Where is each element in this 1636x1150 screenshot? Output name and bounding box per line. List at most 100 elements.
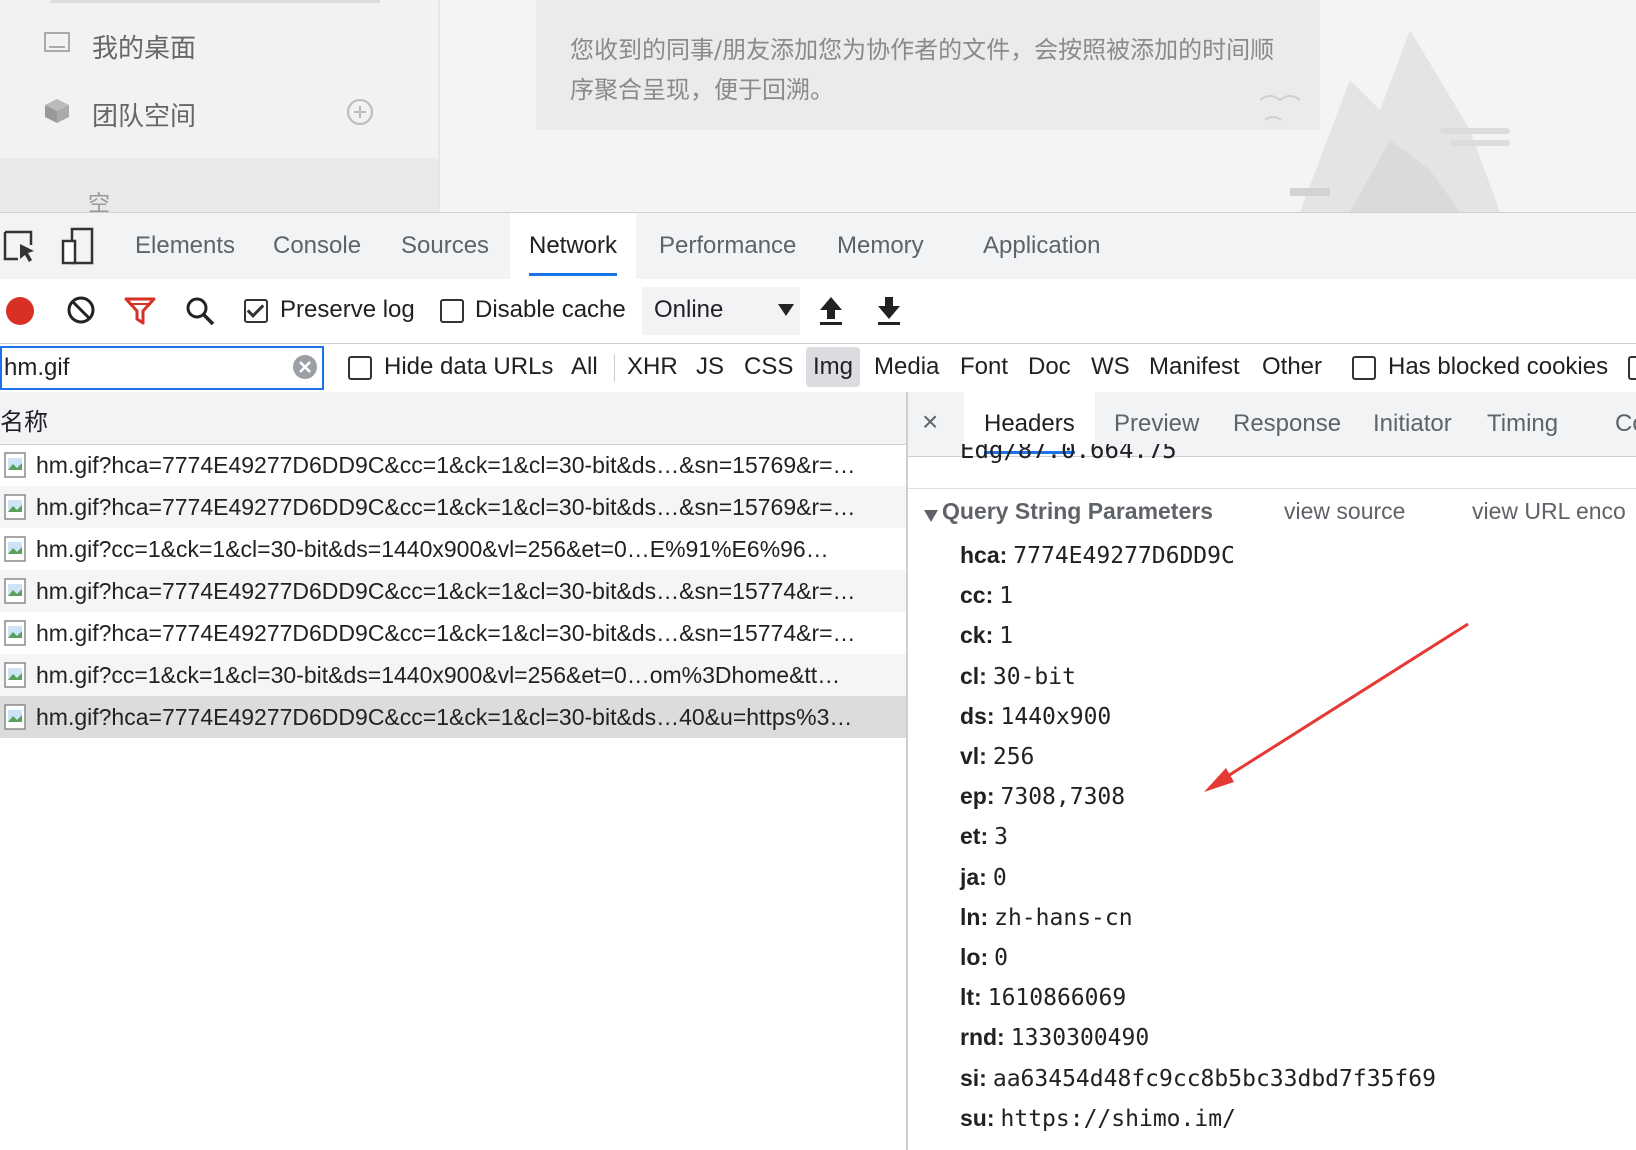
query-param: ln: zh-hans-cn bbox=[960, 904, 1133, 940]
filter-type-font[interactable]: Font bbox=[960, 344, 1008, 392]
table-row[interactable]: hm.gif?hca=7774E49277D6DD9C&cc=1&ck=1&cl… bbox=[0, 486, 906, 528]
request-name: hm.gif?hca=7774E49277D6DD9C&cc=1&ck=1&cl… bbox=[36, 620, 856, 646]
filter-type-other[interactable]: Other bbox=[1262, 344, 1322, 392]
search-icon[interactable] bbox=[184, 295, 216, 327]
query-param: cc: 1 bbox=[960, 582, 1013, 618]
param-value: 0 bbox=[992, 864, 1007, 891]
filter-icon[interactable] bbox=[124, 296, 156, 326]
param-value: 0 bbox=[994, 945, 1008, 971]
tab-timing[interactable]: Timing bbox=[1467, 392, 1578, 456]
devtools-tabbar: Elements Console Sources Network Perform… bbox=[0, 212, 1636, 280]
filter-type-ws[interactable]: WS bbox=[1091, 344, 1130, 392]
param-value: 1 bbox=[999, 623, 1014, 650]
import-har-icon[interactable] bbox=[818, 295, 844, 327]
query-param: rnd: 1330300490 bbox=[960, 1024, 1149, 1060]
tab-initiator[interactable]: Initiator bbox=[1353, 392, 1472, 456]
table-row[interactable]: hm.gif?hca=7774E49277D6DD9C&cc=1&ck=1&cl… bbox=[0, 444, 906, 486]
param-key: lo: bbox=[960, 944, 989, 970]
table-row[interactable]: hm.gif?cc=1&ck=1&cl=30-bit&ds=1440x900&v… bbox=[0, 654, 906, 696]
table-row[interactable]: hm.gif?hca=7774E49277D6DD9C&cc=1&ck=1&cl… bbox=[0, 696, 906, 738]
hide-data-urls-checkbox[interactable] bbox=[348, 356, 372, 380]
user-agent-value: Edg/87.0.664.75 bbox=[960, 444, 1177, 464]
param-value: aa63454d48fc9cc8b5bc33dbd7f35f69 bbox=[992, 1065, 1436, 1092]
throttling-select[interactable]: Online bbox=[642, 287, 800, 335]
filter-divider bbox=[614, 354, 615, 382]
param-key: ep: bbox=[960, 783, 995, 810]
close-details-button[interactable]: × bbox=[922, 406, 938, 438]
param-key: ln: bbox=[960, 903, 989, 930]
sidebar-item-desktop[interactable]: 我的桌面 bbox=[0, 16, 438, 76]
view-url-encoded-link[interactable]: view URL enco bbox=[1472, 498, 1626, 525]
param-value: 1330300490 bbox=[1010, 1025, 1150, 1052]
tab-memory[interactable]: Memory bbox=[818, 213, 943, 279]
param-key: lt: bbox=[960, 984, 982, 1011]
param-value: 3 bbox=[994, 824, 1008, 851]
filter-type-manifest[interactable]: Manifest bbox=[1149, 344, 1240, 392]
record-icon[interactable] bbox=[4, 295, 36, 327]
column-header-name[interactable]: 名称 bbox=[0, 402, 48, 437]
query-param: ep: 7308,7308 bbox=[960, 783, 1125, 819]
tab-response[interactable]: Response bbox=[1213, 392, 1361, 456]
app-sidebar: 我的桌面 团队空间 空 bbox=[0, 0, 440, 212]
sidebar-section bbox=[0, 158, 438, 212]
filter-type-img[interactable]: Img bbox=[806, 347, 861, 387]
notice-text: 您收到的同事/朋友添加您为协作者的文件，会按照被添加的时间顺序聚合呈现，便于回溯… bbox=[570, 36, 1275, 104]
request-list-header: 名称 bbox=[0, 392, 906, 445]
desktop-icon bbox=[44, 32, 70, 52]
image-file-icon bbox=[4, 452, 26, 478]
disable-cache-label[interactable]: Disable cache bbox=[475, 279, 626, 343]
request-name: hm.gif?hca=7774E49277D6DD9C&cc=1&ck=1&cl… bbox=[36, 452, 856, 478]
sidebar-item-label: 我的桌面 bbox=[92, 34, 197, 64]
param-value: 256 bbox=[992, 744, 1035, 770]
image-file-icon bbox=[4, 536, 26, 562]
preserve-log-checkbox[interactable] bbox=[244, 299, 268, 323]
table-row[interactable]: hm.gif?cc=1&ck=1&cl=30-bit&ds=1440x900&v… bbox=[0, 528, 906, 570]
filter-type-js[interactable]: JS bbox=[696, 344, 724, 392]
notice-banner: 您收到的同事/朋友添加您为协作者的文件，会按照被添加的时间顺序聚合呈现，便于回溯… bbox=[536, 0, 1320, 130]
tab-network[interactable]: Network bbox=[510, 213, 637, 279]
filter-type-all[interactable]: All bbox=[571, 344, 598, 392]
section-divider bbox=[908, 488, 1636, 489]
add-circle-icon[interactable] bbox=[346, 98, 374, 126]
view-source-link[interactable]: view source bbox=[1284, 498, 1405, 525]
request-list: 名称 hm.gif?hca=7774E49277D6DD9C&cc=1&ck=1… bbox=[0, 392, 908, 1150]
sidebar-item-team-space[interactable]: 团队空间 bbox=[0, 84, 438, 144]
param-key: su: bbox=[960, 1104, 995, 1131]
inspect-element-icon[interactable] bbox=[2, 229, 38, 265]
filter-input[interactable]: hm.gif bbox=[0, 346, 324, 390]
cube-icon bbox=[45, 99, 69, 123]
table-row[interactable]: hm.gif?hca=7774E49277D6DD9C&cc=1&ck=1&cl… bbox=[0, 570, 906, 612]
preserve-log-label[interactable]: Preserve log bbox=[280, 279, 415, 343]
tab-sources[interactable]: Sources bbox=[382, 213, 508, 279]
hide-data-urls-label[interactable]: Hide data URLs bbox=[384, 344, 553, 392]
tab-console[interactable]: Console bbox=[254, 213, 380, 279]
tab-elements[interactable]: Elements bbox=[116, 213, 254, 279]
param-key: cc: bbox=[960, 582, 994, 609]
param-value: zh-hans-cn bbox=[994, 904, 1133, 931]
tab-performance[interactable]: Performance bbox=[640, 213, 815, 279]
chevron-down-icon bbox=[778, 304, 794, 316]
blocked-cookies-checkbox[interactable] bbox=[1352, 356, 1376, 380]
tab-cookies[interactable]: Co bbox=[1595, 392, 1636, 456]
image-file-icon bbox=[4, 662, 26, 688]
filter-input-value: hm.gif bbox=[4, 354, 70, 381]
filter-type-media[interactable]: Media bbox=[874, 344, 939, 392]
param-key: et: bbox=[960, 823, 989, 850]
export-har-icon[interactable] bbox=[876, 295, 902, 327]
filter-type-css[interactable]: CSS bbox=[744, 344, 793, 392]
filter-type-xhr[interactable]: XHR bbox=[627, 344, 678, 392]
filter-type-doc[interactable]: Doc bbox=[1028, 344, 1071, 392]
tab-application[interactable]: Application bbox=[964, 213, 1119, 279]
query-string-section-title[interactable]: Query String Parameters bbox=[942, 498, 1213, 525]
device-toolbar-icon[interactable] bbox=[60, 227, 96, 265]
param-key: ja: bbox=[960, 863, 987, 890]
clear-icon[interactable] bbox=[66, 295, 96, 325]
triangle-down-icon[interactable] bbox=[924, 510, 938, 522]
overflow-checkbox[interactable] bbox=[1628, 356, 1636, 380]
table-row[interactable]: hm.gif?hca=7774E49277D6DD9C&cc=1&ck=1&cl… bbox=[0, 612, 906, 654]
blocked-cookies-label[interactable]: Has blocked cookies bbox=[1388, 344, 1608, 392]
disable-cache-checkbox[interactable] bbox=[440, 299, 464, 323]
query-param: cl: 30-bit bbox=[960, 663, 1076, 699]
param-value: 30-bit bbox=[992, 663, 1076, 690]
clear-filter-icon[interactable] bbox=[292, 354, 318, 380]
